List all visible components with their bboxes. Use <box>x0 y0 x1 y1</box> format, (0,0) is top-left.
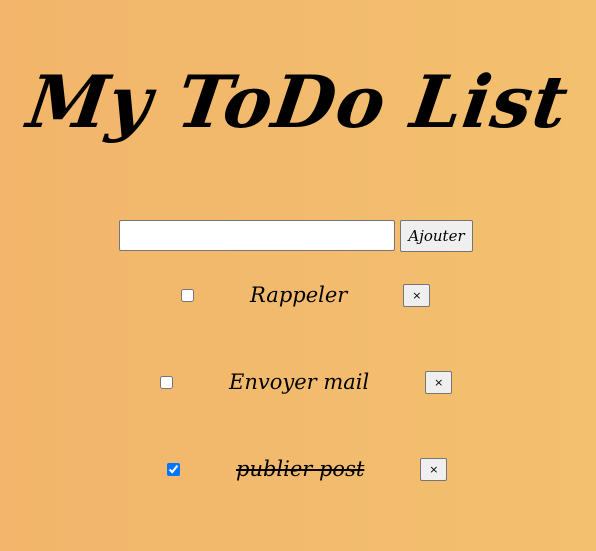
todo-item: Envoyer mail × <box>160 369 453 395</box>
delete-button[interactable]: × <box>425 370 453 394</box>
delete-button[interactable]: × <box>403 283 431 307</box>
page-title: My ToDo List <box>22 59 574 144</box>
todo-label: Rappeler <box>250 283 348 307</box>
todo-item: Rappeler × <box>181 282 431 308</box>
todo-label: publier post <box>236 457 365 481</box>
delete-button[interactable]: × <box>420 457 448 481</box>
add-button[interactable]: Ajouter <box>400 219 473 252</box>
todo-text-input[interactable] <box>119 220 395 251</box>
todo-checkbox[interactable] <box>181 288 194 302</box>
todo-checkbox[interactable] <box>160 375 173 389</box>
todo-label: Envoyer mail <box>229 370 370 394</box>
todo-item: publier post × <box>167 456 448 482</box>
add-todo-form: Ajouter <box>119 219 473 252</box>
todo-checkbox[interactable] <box>167 462 180 476</box>
